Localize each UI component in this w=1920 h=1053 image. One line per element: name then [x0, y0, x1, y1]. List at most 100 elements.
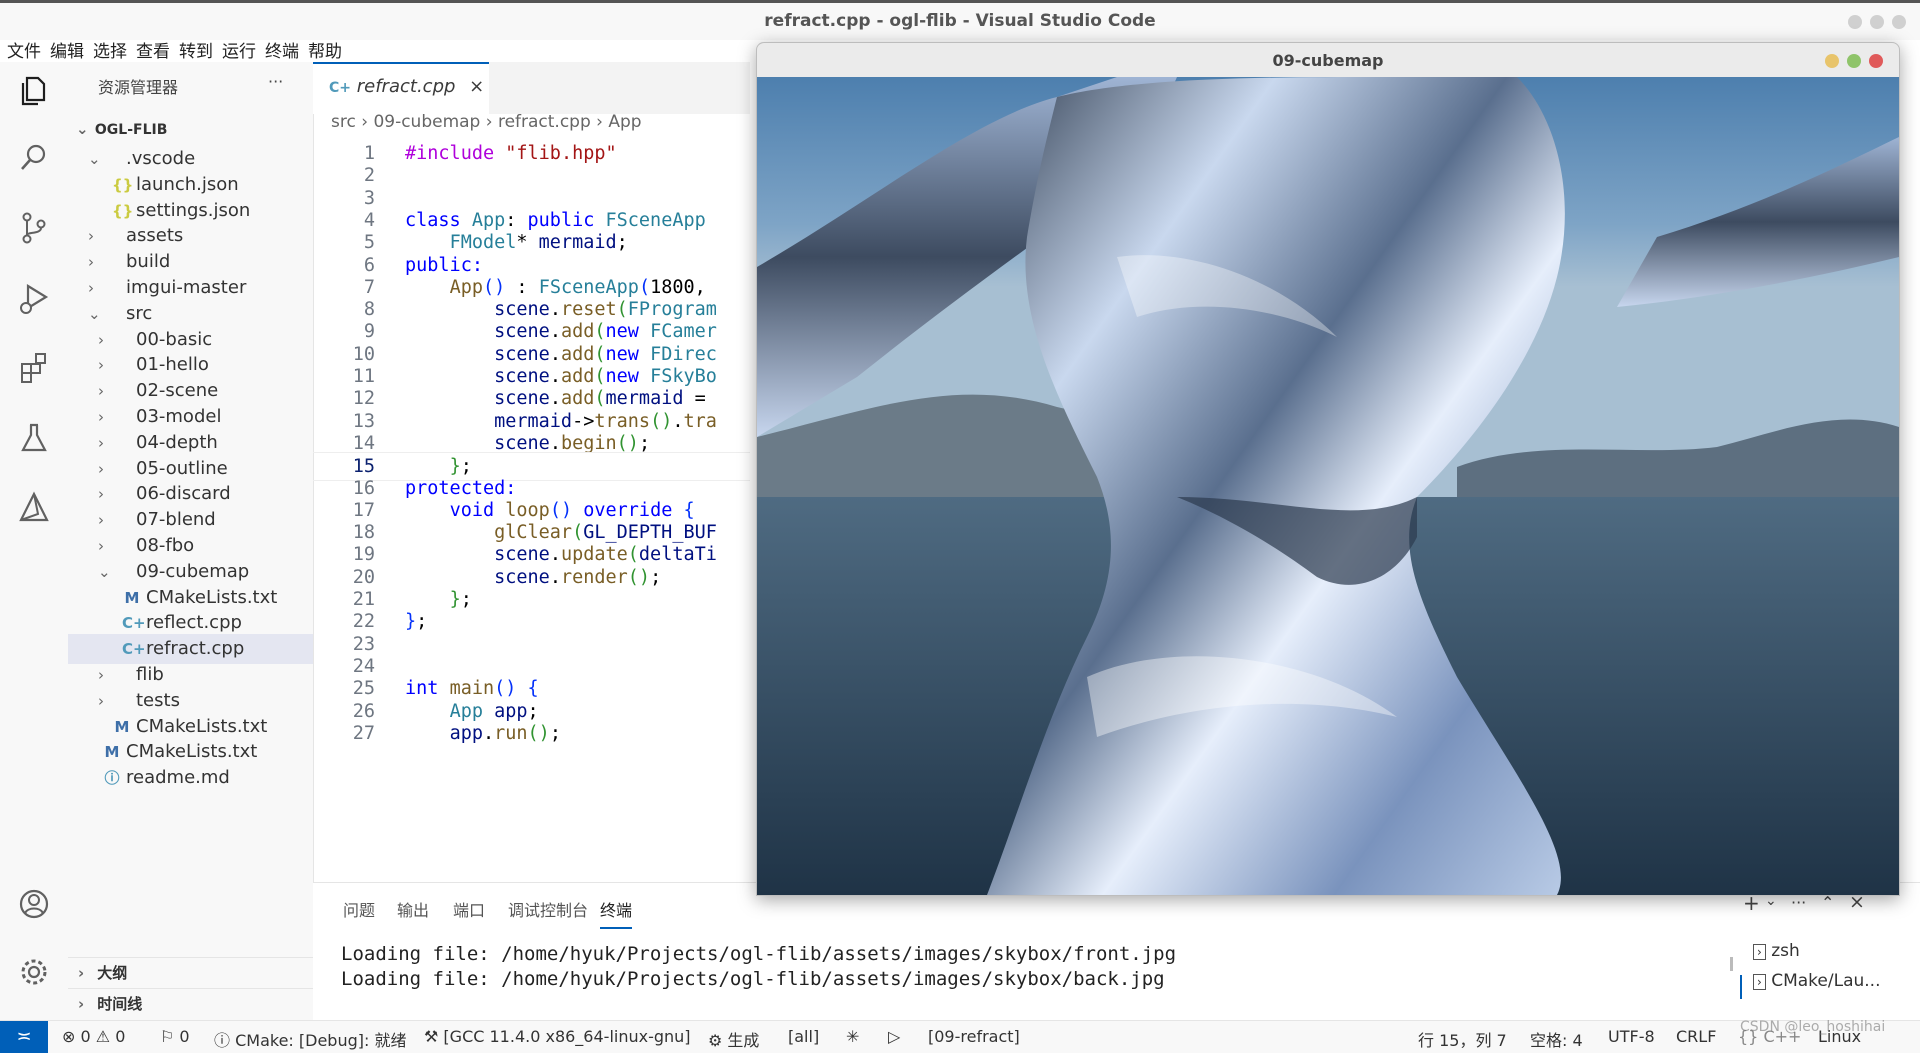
- code-token: scene: [494, 388, 550, 410]
- render-close-button[interactable]: [1869, 54, 1883, 68]
- build-target[interactable]: [all]: [788, 1027, 819, 1046]
- code-token: (: [616, 299, 628, 321]
- terminal-list-item-cmake[interactable]: › CMake/Lau...: [1753, 971, 1880, 991]
- debug-icon[interactable]: ✳: [846, 1027, 859, 1046]
- code-token: App: [471, 209, 506, 231]
- launch-target[interactable]: [09-refract]: [928, 1027, 1020, 1046]
- code-editor[interactable]: 1 #include "flib.hpp" 2 3 4 class App: public…: [313, 140, 750, 880]
- tree-item-label: 04-depth: [136, 431, 218, 453]
- menu-item[interactable]: 文件: [7, 34, 41, 62]
- explorer-icon[interactable]: [14, 70, 54, 110]
- code-token: FModel: [449, 232, 517, 254]
- indentation-status[interactable]: 空格: 4: [1530, 1027, 1583, 1051]
- extensions-icon[interactable]: [14, 348, 54, 388]
- remote-indicator[interactable]: ≍: [0, 1021, 48, 1053]
- close-window-button[interactable]: [1892, 15, 1906, 29]
- code-token: .: [482, 722, 495, 744]
- tree-item[interactable]: ⓘ readme.md: [68, 763, 313, 793]
- tree-item-label: reflect.cpp: [146, 612, 242, 634]
- outline-section[interactable]: › 大纲: [68, 957, 313, 988]
- terminal-scrollbar[interactable]: [1730, 957, 1733, 971]
- kit-status[interactable]: ⚒ [GCC 11.4.0 x86_64-linux-gnu]: [424, 1027, 691, 1046]
- menu-item[interactable]: 编辑: [50, 34, 84, 62]
- panel-tab[interactable]: 输出: [397, 897, 429, 921]
- bottom-panel: 问题 输出 端口 调试控制台 终端 Loading file: /home/hyuk/P…: [313, 882, 1920, 1021]
- source-control-icon[interactable]: [14, 208, 54, 248]
- terminal-line: Loading file: /home/hyuk/Projects/ogl-fl…: [341, 943, 1177, 965]
- cmake-icon[interactable]: [14, 488, 54, 528]
- minimize-button[interactable]: [1848, 15, 1862, 29]
- panel-tab[interactable]: 问题: [343, 897, 375, 921]
- breadcrumb-item[interactable]: refract.cpp: [498, 112, 591, 132]
- panel-tab[interactable]: 端口: [453, 897, 485, 921]
- tab-refract-cpp[interactable]: C+ refract.cpp ×: [313, 62, 489, 114]
- cursor-position[interactable]: 行 15，列 7: [1418, 1027, 1507, 1051]
- eol-status[interactable]: CRLF: [1676, 1027, 1716, 1046]
- problems-status[interactable]: ⊗ 0 ⚠ 0: [62, 1027, 125, 1046]
- code-line: 27 app.run();: [313, 720, 750, 747]
- panel-tab[interactable]: 终端: [600, 897, 633, 929]
- menu-item[interactable]: 转到: [179, 34, 213, 62]
- account-icon[interactable]: [14, 884, 54, 924]
- terminal-line: Loading file: /home/hyuk/Projects/ogl-fl…: [341, 968, 1165, 990]
- menu-item[interactable]: 帮助: [308, 34, 342, 62]
- tree-item-label: 01-hello: [136, 354, 209, 376]
- ports-status[interactable]: ⚐ 0: [160, 1027, 190, 1046]
- panel-tab[interactable]: 调试控制台: [508, 897, 588, 921]
- run-icon[interactable]: ▷: [888, 1027, 900, 1046]
- tab-label: refract.cpp: [356, 76, 456, 97]
- active-terminal-indicator: [1740, 975, 1742, 999]
- breadcrumb-item[interactable]: src: [331, 112, 356, 132]
- tree-item-label: assets: [126, 225, 184, 247]
- menu-item[interactable]: 查看: [136, 34, 170, 62]
- build-button[interactable]: ⚙ 生成: [708, 1027, 759, 1051]
- settings-gear-icon[interactable]: [14, 952, 54, 992]
- menu-item[interactable]: 终端: [265, 34, 299, 62]
- code-token: class: [405, 209, 472, 231]
- menu-item[interactable]: 选择: [93, 34, 127, 62]
- rendered-scene-image: [757, 77, 1899, 895]
- code-token: (: [594, 321, 606, 343]
- search-icon[interactable]: [14, 138, 54, 178]
- tab-close-icon[interactable]: ×: [469, 76, 484, 97]
- breadcrumb-item[interactable]: 09-cubemap: [373, 112, 480, 132]
- terminal-icon: ›: [1753, 944, 1766, 960]
- code-token: protected:: [405, 477, 517, 499]
- run-debug-icon[interactable]: [14, 278, 54, 318]
- terminal-list-item-zsh[interactable]: › zsh: [1753, 941, 1800, 961]
- explorer-more-icon[interactable]: ···: [268, 72, 283, 91]
- cmake-status[interactable]: ⓘ CMake: [Debug]: 就绪: [214, 1027, 406, 1051]
- cubemap-render-window[interactable]: 09-cubemap: [756, 42, 1900, 896]
- code-token: FDirec: [650, 343, 717, 365]
- tree-item-label: 06-discard: [136, 483, 231, 505]
- tree-item-label: CMakeLists.txt: [136, 715, 268, 737]
- tree-item-label: 08-fbo: [136, 535, 195, 556]
- breadcrumb-item[interactable]: App: [608, 112, 641, 132]
- testing-icon[interactable]: [14, 418, 54, 458]
- tree-item-label: flib: [136, 664, 164, 685]
- window-title: refract.cpp - ogl-flib - Visual Studio C…: [764, 11, 1156, 31]
- menu-item[interactable]: 运行: [222, 34, 256, 62]
- workspace-root[interactable]: ⌄ OGL-FLIB: [68, 114, 313, 144]
- code-token: #include: [405, 143, 506, 164]
- outline-label: 大纲: [97, 964, 128, 982]
- maximize-button[interactable]: [1870, 15, 1884, 29]
- tree-item-label: CMakeLists.txt: [126, 741, 258, 763]
- render-minimize-button[interactable]: [1825, 54, 1839, 68]
- code-token: scene: [494, 366, 550, 387]
- code-token: GL_DEPTH_BUF: [583, 522, 717, 544]
- code-token: :: [505, 209, 528, 231]
- code-token: (): [482, 276, 506, 298]
- timeline-section[interactable]: › 时间线: [68, 988, 313, 1019]
- tree-item-label: readme.md: [126, 767, 230, 789]
- code-token: run: [494, 722, 528, 744]
- render-maximize-button[interactable]: [1847, 54, 1861, 68]
- encoding-status[interactable]: UTF-8: [1608, 1027, 1655, 1046]
